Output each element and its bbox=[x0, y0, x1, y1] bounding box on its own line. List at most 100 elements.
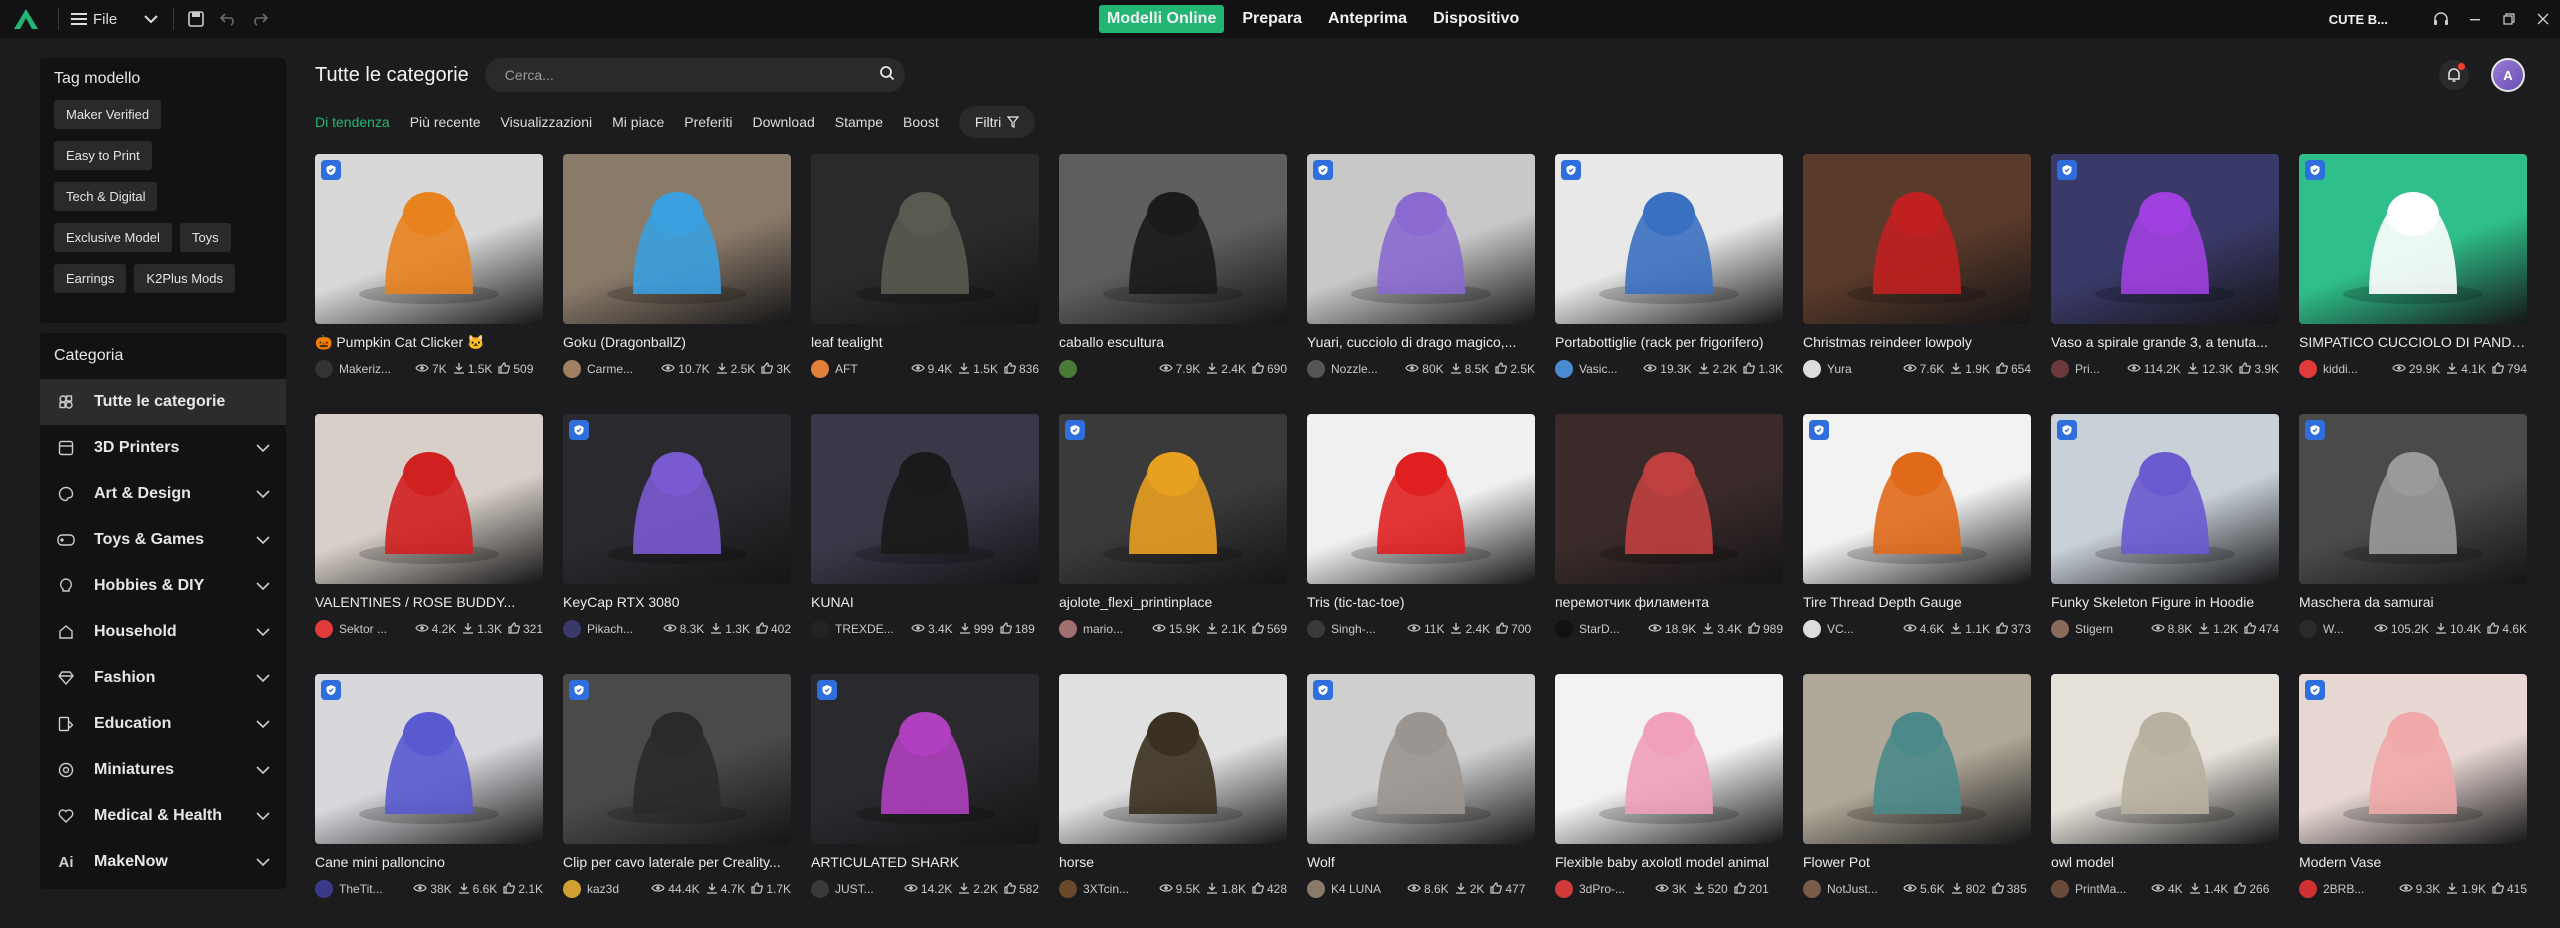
tab-prepara[interactable]: Prepara bbox=[1234, 5, 1310, 33]
filter-stampe[interactable]: Stampe bbox=[835, 114, 883, 130]
avatar[interactable] bbox=[563, 620, 581, 638]
model-author[interactable]: JUST... bbox=[835, 882, 898, 896]
tag-tech-digital[interactable]: Tech & Digital bbox=[54, 182, 158, 211]
tab-dispositivo[interactable]: Dispositivo bbox=[1425, 5, 1527, 33]
model-thumbnail[interactable] bbox=[1555, 674, 1783, 844]
model-card[interactable]: Vaso a spirale grande 3, a tenuta... Pri… bbox=[2051, 154, 2279, 390]
model-author[interactable]: Pikach... bbox=[587, 622, 657, 636]
model-thumbnail[interactable] bbox=[2299, 414, 2527, 584]
avatar[interactable] bbox=[2051, 620, 2069, 638]
sidebar-item-makenow[interactable]: Ai MakeNow bbox=[40, 839, 286, 885]
undo-icon[interactable] bbox=[212, 0, 244, 38]
tag-toys[interactable]: Toys bbox=[179, 223, 231, 252]
search-input[interactable] bbox=[504, 67, 879, 83]
model-title[interactable]: Flower Pot bbox=[1803, 854, 2031, 872]
chevron-down-icon[interactable] bbox=[254, 719, 272, 729]
model-thumbnail[interactable] bbox=[1555, 154, 1783, 324]
model-thumbnail[interactable] bbox=[1059, 154, 1287, 324]
model-card[interactable]: KeyCap RTX 3080 Pikach... 8.3K 1.3K 402 bbox=[563, 414, 791, 650]
model-card[interactable]: Modern Vase 2BRB... 9.3K 1.9K 415 bbox=[2299, 674, 2527, 910]
model-thumbnail[interactable] bbox=[315, 674, 543, 844]
model-title[interactable]: Modern Vase bbox=[2299, 854, 2527, 872]
avatar[interactable] bbox=[1307, 360, 1325, 378]
chevron-down-icon[interactable] bbox=[254, 489, 272, 499]
tab-modelli-online[interactable]: Modelli Online bbox=[1099, 5, 1225, 33]
tag-easy-to-print[interactable]: Easy to Print bbox=[54, 141, 152, 170]
tag-exclusive-model[interactable]: Exclusive Model bbox=[54, 223, 172, 252]
headset-icon[interactable] bbox=[2424, 0, 2458, 38]
avatar[interactable] bbox=[1059, 620, 1077, 638]
model-author[interactable]: Sektor ... bbox=[339, 622, 409, 636]
restore-icon[interactable] bbox=[2492, 0, 2526, 38]
model-title[interactable]: KeyCap RTX 3080 bbox=[563, 594, 791, 612]
model-title[interactable]: KUNAI bbox=[811, 594, 1039, 612]
notification-bell-icon[interactable] bbox=[2439, 60, 2469, 90]
model-author[interactable]: Carme... bbox=[587, 362, 655, 376]
model-title[interactable]: Christmas reindeer lowpoly bbox=[1803, 334, 2031, 352]
model-card[interactable]: VALENTINES / ROSE BUDDY... Sektor ... 4.… bbox=[315, 414, 543, 650]
model-title[interactable]: ARTICULATED SHARK bbox=[811, 854, 1039, 872]
avatar[interactable] bbox=[1307, 620, 1325, 638]
avatar[interactable] bbox=[315, 880, 333, 898]
model-thumbnail[interactable] bbox=[1307, 414, 1535, 584]
model-author[interactable]: W... bbox=[2323, 622, 2368, 636]
model-thumbnail[interactable] bbox=[563, 414, 791, 584]
tag-k2plus-mods[interactable]: K2Plus Mods bbox=[134, 264, 236, 293]
filter-boost[interactable]: Boost bbox=[903, 114, 939, 130]
model-title[interactable]: Yuari, cucciolo di drago magico,... bbox=[1307, 334, 1535, 352]
model-author[interactable]: TREXDE... bbox=[835, 622, 905, 636]
model-author[interactable]: mario... bbox=[1083, 622, 1146, 636]
model-thumbnail[interactable] bbox=[563, 674, 791, 844]
model-card[interactable]: horse 3XTcin... 9.5K 1.8K 428 bbox=[1059, 674, 1287, 910]
model-thumbnail[interactable] bbox=[1803, 674, 2031, 844]
sidebar-item-hobbies-diy[interactable]: Hobbies & DIY bbox=[40, 563, 286, 609]
file-menu[interactable]: File bbox=[65, 11, 123, 28]
model-author[interactable]: AFT bbox=[835, 362, 905, 376]
chevron-down-icon[interactable] bbox=[254, 581, 272, 591]
model-title[interactable]: Funky Skeleton Figure in Hoodie bbox=[2051, 594, 2279, 612]
model-title[interactable]: 🎃 Pumpkin Cat Clicker 🐱 bbox=[315, 334, 543, 352]
model-card[interactable]: KUNAI TREXDE... 3.4K 999 189 bbox=[811, 414, 1039, 650]
model-thumbnail[interactable] bbox=[1307, 154, 1535, 324]
model-thumbnail[interactable] bbox=[811, 674, 1039, 844]
model-author[interactable]: Vasic... bbox=[1579, 362, 1637, 376]
avatar[interactable] bbox=[315, 620, 333, 638]
model-thumbnail[interactable] bbox=[2299, 674, 2527, 844]
avatar[interactable] bbox=[1059, 880, 1077, 898]
avatar[interactable] bbox=[563, 360, 581, 378]
avatar[interactable] bbox=[1555, 880, 1573, 898]
model-author[interactable]: StarD... bbox=[1579, 622, 1642, 636]
model-thumbnail[interactable] bbox=[811, 414, 1039, 584]
model-title[interactable]: Flexible baby axolotl model animal bbox=[1555, 854, 1783, 872]
model-title[interactable]: Cane mini palloncino bbox=[315, 854, 543, 872]
chevron-down-icon[interactable] bbox=[135, 0, 167, 38]
model-thumbnail[interactable] bbox=[315, 154, 543, 324]
model-author[interactable]: Singh-... bbox=[1331, 622, 1401, 636]
close-icon[interactable] bbox=[2526, 0, 2560, 38]
sidebar-item-tutte-le-categorie[interactable]: Tutte le categorie bbox=[40, 379, 286, 425]
model-title[interactable]: SIMPATICO CUCCIOLO DI PANDA... bbox=[2299, 334, 2527, 352]
model-title[interactable]: Tris (tic-tac-toe) bbox=[1307, 594, 1535, 612]
avatar[interactable] bbox=[1307, 880, 1325, 898]
model-card[interactable]: caballo escultura 7.9K 2.4K 690 bbox=[1059, 154, 1287, 390]
model-card[interactable]: Tire Thread Depth Gauge VC... 4.6K 1.1K … bbox=[1803, 414, 2031, 650]
model-card[interactable]: SIMPATICO CUCCIOLO DI PANDA... kiddi... … bbox=[2299, 154, 2527, 390]
model-card[interactable]: Wolf K4 LUNA 8.6K 2K 477 bbox=[1307, 674, 1535, 910]
chevron-down-icon[interactable] bbox=[254, 857, 272, 867]
model-thumbnail[interactable] bbox=[1803, 414, 2031, 584]
model-title[interactable]: Tire Thread Depth Gauge bbox=[1803, 594, 2031, 612]
sidebar-item-3d-printers[interactable]: 3D Printers bbox=[40, 425, 286, 471]
model-card[interactable]: Goku (DragonballZ) Carme... 10.7K 2.5K 3… bbox=[563, 154, 791, 390]
chevron-down-icon[interactable] bbox=[254, 627, 272, 637]
model-author[interactable]: kaz3d bbox=[587, 882, 645, 896]
model-thumbnail[interactable] bbox=[2299, 154, 2527, 324]
model-author[interactable]: Makeriz... bbox=[339, 362, 409, 376]
model-author[interactable]: 3XTcin... bbox=[1083, 882, 1153, 896]
model-author[interactable]: kiddi... bbox=[2323, 362, 2386, 376]
chevron-down-icon[interactable] bbox=[254, 535, 272, 545]
avatar[interactable] bbox=[315, 360, 333, 378]
model-title[interactable]: перемотчик филамента bbox=[1555, 594, 1783, 612]
model-card[interactable]: leaf tealight AFT 9.4K 1.5K 836 bbox=[811, 154, 1039, 390]
avatar[interactable] bbox=[811, 620, 829, 638]
chevron-down-icon[interactable] bbox=[254, 673, 272, 683]
